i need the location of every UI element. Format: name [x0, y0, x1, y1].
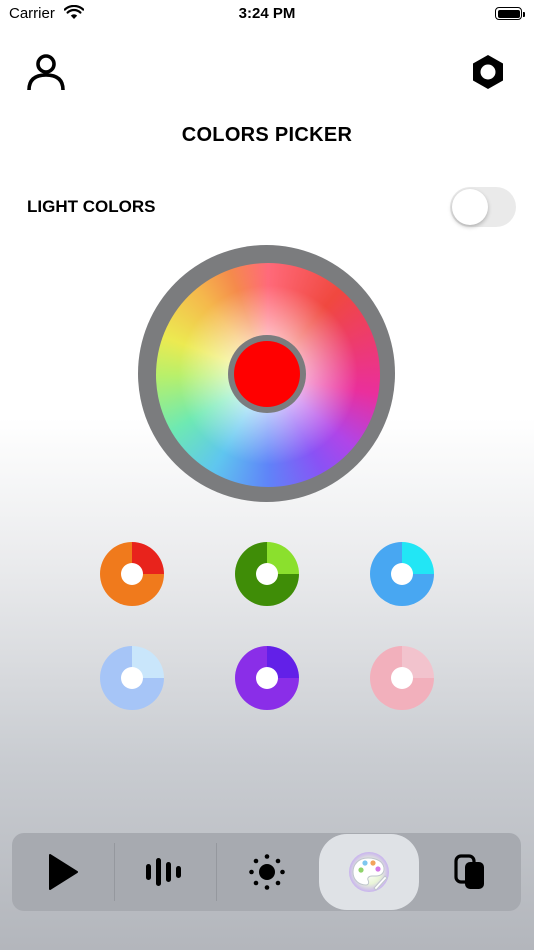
tab-bar — [12, 833, 521, 911]
preset-color-pink[interactable] — [370, 646, 434, 710]
light-colors-label: LIGHT COLORS — [27, 197, 156, 216]
preset-color-green[interactable] — [235, 542, 299, 606]
clock: 3:24 PM — [238, 5, 296, 22]
user-icon — [27, 54, 65, 91]
brightness-icon — [249, 854, 285, 890]
preset-color-sky-blue[interactable] — [370, 542, 434, 606]
status-bar: Carrier 3:24 PM — [0, 0, 534, 28]
settings-button[interactable] — [466, 50, 510, 94]
tab-copy[interactable] — [419, 833, 521, 911]
tab-palette[interactable] — [319, 833, 419, 911]
profile-button[interactable] — [24, 50, 68, 94]
preset-color-purple[interactable] — [235, 646, 299, 710]
toggle-knob — [452, 189, 488, 225]
selected-color-swatch[interactable] — [228, 335, 306, 413]
page-title: COLORS PICKER — [181, 124, 353, 146]
play-icon — [49, 854, 78, 890]
tab-brightness[interactable] — [217, 833, 317, 911]
light-colors-toggle[interactable] — [450, 187, 516, 227]
selected-color-dot — [234, 341, 300, 407]
battery-icon — [495, 7, 525, 20]
music-bars-icon — [145, 858, 181, 886]
tab-play[interactable] — [12, 833, 114, 911]
copy-icon — [454, 854, 484, 889]
settings-hexagon-icon — [473, 55, 503, 89]
palette-icon — [349, 852, 389, 892]
preset-color-orange-red[interactable] — [100, 542, 164, 606]
tab-music-bars[interactable] — [115, 833, 216, 911]
preset-color-light-blue[interactable] — [100, 646, 164, 710]
